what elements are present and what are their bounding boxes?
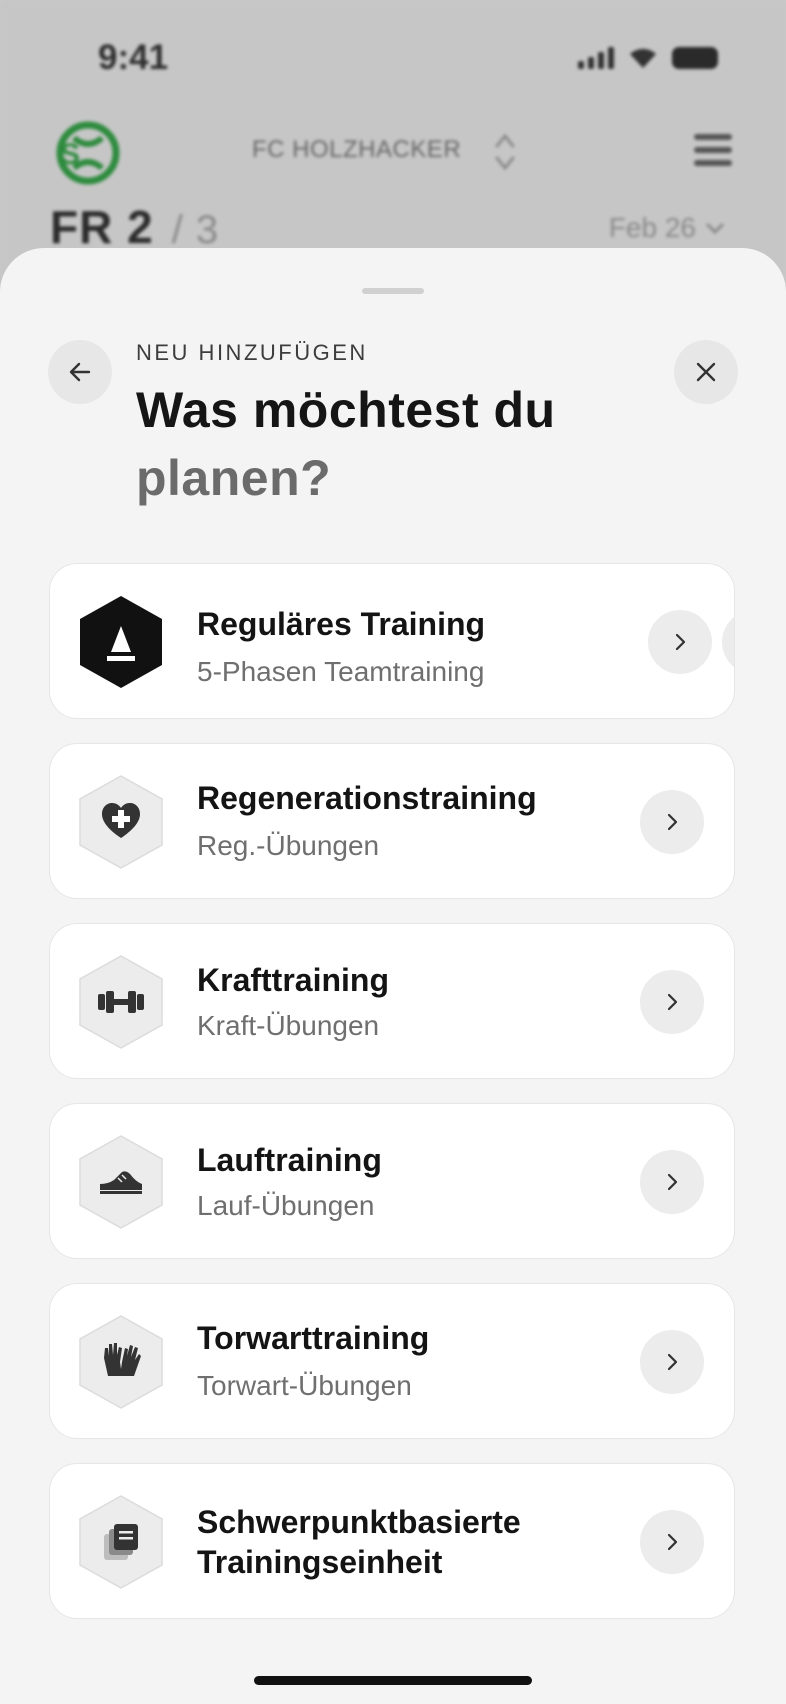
chevron-right-icon bbox=[667, 1173, 678, 1191]
chevron-right-button[interactable] bbox=[640, 970, 704, 1034]
option-subtitle: Lauf-Übungen bbox=[197, 1190, 375, 1221]
chevron-right-icon bbox=[667, 993, 678, 1011]
option-title: Krafttraining bbox=[197, 962, 389, 998]
sheet-headline: Was möchtest du planen? bbox=[136, 376, 656, 512]
option-title-line-2: Trainingseinheit bbox=[197, 1544, 443, 1580]
chevron-up-down-icon[interactable] bbox=[494, 130, 516, 174]
sheet-eyebrow: NEU HINZUFÜGEN bbox=[136, 340, 368, 365]
option-subtitle: Reg.-Übungen bbox=[197, 830, 380, 861]
chevron-right-icon bbox=[667, 1533, 678, 1551]
cone-icon bbox=[80, 596, 162, 688]
hamburger-menu-icon[interactable] bbox=[694, 134, 732, 170]
chevron-down-icon bbox=[705, 222, 725, 235]
club-logo: S bbox=[56, 121, 120, 185]
arrow-left-icon bbox=[69, 362, 91, 382]
swipe-action-peek bbox=[722, 610, 734, 674]
wifi-icon bbox=[630, 48, 656, 68]
week-label: FR 2 / 3 bbox=[50, 200, 219, 254]
option-title: Torwarttraining bbox=[197, 1320, 430, 1356]
club-name[interactable]: FC HOLZHACKER bbox=[252, 136, 461, 164]
chevron-right-button[interactable] bbox=[640, 790, 704, 854]
sheet-grabber[interactable] bbox=[362, 288, 424, 294]
running-shoe-icon bbox=[79, 1135, 163, 1229]
chevron-right-icon bbox=[667, 1353, 678, 1371]
week-total: / 3 bbox=[171, 208, 220, 252]
back-button[interactable] bbox=[48, 340, 112, 404]
option-krafttraining[interactable]: Krafttraining Kraft-Übungen bbox=[49, 923, 735, 1079]
documents-icon bbox=[79, 1495, 163, 1589]
goalkeeper-gloves-icon bbox=[79, 1315, 163, 1409]
option-regulaeres-training[interactable]: Reguläres Training 5-Phasen Teamtraining bbox=[49, 563, 735, 719]
option-subtitle: 5-Phasen Teamtraining bbox=[197, 656, 485, 687]
option-schwerpunktbasierte-trainingseinheit[interactable]: Schwerpunktbasierte Trainingseinheit bbox=[49, 1463, 735, 1619]
status-icons bbox=[578, 46, 718, 70]
close-icon bbox=[696, 362, 716, 382]
date-selector[interactable]: Feb 26 bbox=[609, 212, 726, 244]
option-lauftraining[interactable]: Lauftraining Lauf-Übungen bbox=[49, 1103, 735, 1259]
headline-line-2: planen? bbox=[136, 450, 332, 506]
battery-icon bbox=[672, 47, 718, 69]
headline-line-1: Was möchtest du bbox=[136, 382, 556, 438]
close-button[interactable] bbox=[674, 340, 738, 404]
chevron-right-icon bbox=[675, 633, 686, 651]
option-regenerationstraining[interactable]: Regenerationstraining Reg.-Übungen bbox=[49, 743, 735, 899]
chevron-right-icon bbox=[667, 813, 678, 831]
heart-plus-icon bbox=[79, 775, 163, 869]
status-time: 9:41 bbox=[98, 38, 169, 77]
option-subtitle: Torwart-Übungen bbox=[197, 1370, 412, 1401]
option-torwarttraining[interactable]: Torwarttraining Torwart-Übungen bbox=[49, 1283, 735, 1439]
add-new-sheet: NEU HINZUFÜGEN Was möchtest du planen? R… bbox=[0, 248, 786, 1704]
option-title: Reguläres Training bbox=[197, 606, 486, 642]
chevron-right-button[interactable] bbox=[640, 1330, 704, 1394]
option-title: Regenerationstraining bbox=[197, 780, 537, 816]
option-subtitle: Kraft-Übungen bbox=[197, 1010, 380, 1041]
option-title: Lauftraining bbox=[197, 1142, 382, 1178]
signal-icon bbox=[578, 47, 614, 69]
dumbbell-icon bbox=[79, 955, 163, 1049]
option-title: Schwerpunktbasierte Trainingseinheit bbox=[197, 1502, 521, 1582]
chevron-right-button[interactable] bbox=[640, 1510, 704, 1574]
date-label: Feb 26 bbox=[608, 212, 696, 243]
week-current: FR 2 bbox=[50, 201, 154, 253]
home-indicator[interactable] bbox=[254, 1676, 532, 1685]
svg-text:S: S bbox=[60, 138, 80, 171]
chevron-right-button[interactable] bbox=[648, 610, 712, 674]
option-title-line-1: Schwerpunktbasierte bbox=[197, 1504, 521, 1540]
chevron-right-button[interactable] bbox=[640, 1150, 704, 1214]
